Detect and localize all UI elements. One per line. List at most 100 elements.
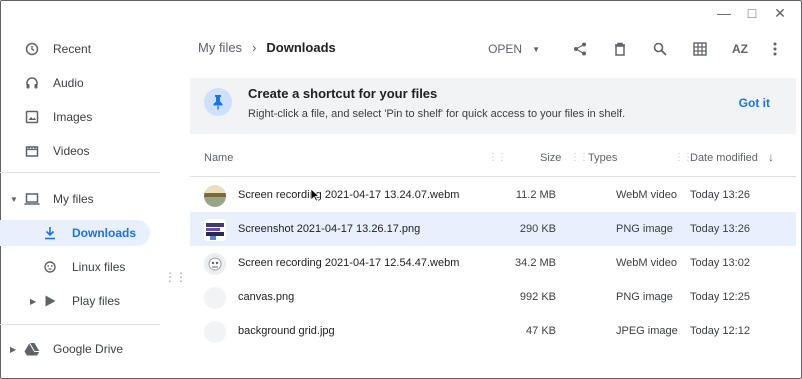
file-size: 47 KB bbox=[526, 325, 556, 337]
sidebar-item-label: Downloads bbox=[72, 226, 137, 240]
play-store-icon bbox=[42, 293, 58, 309]
sidebar-divider bbox=[0, 172, 160, 173]
clock-icon bbox=[24, 41, 40, 57]
column-header-size[interactable]: Size bbox=[540, 152, 561, 164]
column-resize-handle[interactable]: ⋮⋮ bbox=[570, 152, 589, 163]
grid-icon bbox=[693, 42, 707, 56]
file-size: 11.2 MB bbox=[515, 189, 556, 201]
file-date: Today 12:25 bbox=[690, 291, 750, 303]
sidebar-item-label: Linux files bbox=[72, 260, 126, 274]
video-thumbnail bbox=[204, 185, 226, 207]
google-drive-icon bbox=[24, 341, 40, 357]
header-divider bbox=[190, 176, 796, 177]
table-row[interactable]: canvas.png 992 KB PNG image Today 12:25 bbox=[190, 280, 796, 314]
headphones-icon bbox=[24, 75, 40, 91]
sidebar-resize-handle[interactable]: ⋮⋮ bbox=[164, 271, 187, 283]
image-icon bbox=[24, 109, 40, 125]
table-row[interactable]: background grid.jpg 47 KB JPEG image Tod… bbox=[190, 314, 796, 348]
file-date: Today 13:26 bbox=[690, 223, 750, 235]
file-name: Screen recording 2021-04-17 12.54.47.web… bbox=[238, 257, 460, 269]
sidebar-item-label: Videos bbox=[53, 144, 90, 158]
banner-text: Right-click a file, and select 'Pin to s… bbox=[248, 108, 626, 120]
banner-title: Create a shortcut for your files bbox=[248, 86, 438, 101]
file-date: Today 13:02 bbox=[690, 257, 750, 269]
minimize-button[interactable]: — bbox=[714, 4, 734, 22]
laptop-icon bbox=[24, 191, 40, 207]
column-header-date[interactable]: Date modified bbox=[690, 152, 758, 164]
file-size: 34.2 MB bbox=[515, 257, 556, 269]
sidebar: Recent Audio Images Videos ▼ My files Do… bbox=[0, 32, 160, 379]
file-type: PNG image bbox=[616, 291, 673, 303]
file-type: WebM video bbox=[616, 257, 677, 269]
table-row[interactable]: Screenshot 2021-04-17 13.26.17.png 290 K… bbox=[190, 212, 796, 246]
more-vert-icon bbox=[773, 42, 777, 56]
shortcut-banner: Create a shortcut for your files Right-c… bbox=[190, 78, 796, 134]
file-date: Today 13:26 bbox=[690, 189, 750, 201]
column-header-type[interactable]: Types bbox=[588, 152, 617, 164]
sidebar-item-videos[interactable]: Videos bbox=[0, 138, 150, 164]
sidebar-item-audio[interactable]: Audio bbox=[0, 70, 150, 96]
pin-icon bbox=[204, 88, 232, 116]
close-button[interactable]: ✕ bbox=[770, 4, 790, 22]
toolbar: OPEN ▼ AZ bbox=[488, 36, 790, 62]
file-date: Today 12:12 bbox=[690, 325, 750, 337]
linux-icon bbox=[42, 259, 58, 275]
sidebar-item-linux-files[interactable]: Linux files bbox=[0, 254, 150, 280]
sort-descending-arrow-icon[interactable]: ↓ bbox=[768, 150, 774, 164]
download-icon bbox=[42, 225, 58, 241]
breadcrumb-my-files[interactable]: My files bbox=[198, 40, 242, 55]
file-name: Screen recording 2021-04-17 13.24.07.web… bbox=[238, 189, 460, 201]
video-icon bbox=[24, 143, 40, 159]
open-label: OPEN bbox=[488, 42, 523, 56]
window-controls: — □ ✕ bbox=[714, 4, 790, 22]
file-name: Screenshot 2021-04-17 13.26.17.png bbox=[238, 223, 421, 235]
video-thumbnail bbox=[204, 253, 226, 275]
share-icon bbox=[574, 42, 586, 56]
mouse-pointer-icon bbox=[310, 188, 320, 202]
sidebar-item-label: Images bbox=[53, 110, 93, 124]
column-header-name[interactable]: Name bbox=[204, 152, 233, 164]
sidebar-item-recent[interactable]: Recent bbox=[0, 36, 150, 62]
sidebar-item-play-files[interactable]: Play files bbox=[0, 288, 150, 314]
file-type: WebM video bbox=[616, 189, 677, 201]
delete-button[interactable] bbox=[600, 36, 640, 62]
maximize-button[interactable]: □ bbox=[742, 4, 762, 22]
file-type: JPEG image bbox=[616, 325, 678, 337]
sidebar-item-label: My files bbox=[53, 192, 94, 206]
table-header: Name ⋮⋮ Size ⋮⋮ Types ⋮⋮ Date modified ↓ bbox=[190, 146, 796, 170]
image-thumbnail bbox=[204, 219, 226, 241]
search-icon bbox=[653, 42, 667, 56]
chevron-right-icon: › bbox=[252, 40, 257, 55]
file-name: background grid.jpg bbox=[238, 325, 335, 337]
sidebar-divider bbox=[0, 324, 160, 325]
grid-view-button[interactable] bbox=[680, 36, 720, 62]
file-size: 992 KB bbox=[519, 291, 556, 303]
sidebar-item-images[interactable]: Images bbox=[0, 104, 150, 130]
chevron-down-icon: ▼ bbox=[532, 44, 540, 54]
file-type: PNG image bbox=[616, 223, 673, 235]
image-thumbnail bbox=[204, 287, 226, 309]
file-size: 290 KB bbox=[519, 223, 556, 235]
open-button[interactable]: OPEN ▼ bbox=[488, 42, 540, 56]
table-row[interactable]: Screen recording 2021-04-17 12.54.47.web… bbox=[190, 246, 796, 280]
more-options-button[interactable] bbox=[760, 36, 790, 62]
trash-icon bbox=[615, 42, 625, 56]
sidebar-item-google-drive[interactable]: Google Drive bbox=[0, 336, 150, 362]
breadcrumb: My files › Downloads bbox=[198, 40, 336, 55]
sidebar-item-downloads[interactable]: Downloads bbox=[0, 220, 150, 246]
sidebar-item-my-files[interactable]: My files bbox=[0, 186, 150, 212]
sidebar-item-label: Google Drive bbox=[53, 342, 124, 356]
table-row[interactable]: Screen recording 2021-04-17 13.24.07.web… bbox=[190, 178, 796, 212]
sidebar-item-label: Recent bbox=[53, 42, 92, 56]
sort-button[interactable]: AZ bbox=[720, 36, 760, 62]
image-thumbnail bbox=[204, 321, 226, 343]
sidebar-item-label: Audio bbox=[53, 76, 84, 90]
sort-az-icon: AZ bbox=[732, 42, 748, 56]
breadcrumb-downloads[interactable]: Downloads bbox=[266, 40, 335, 55]
got-it-button[interactable]: Got it bbox=[739, 96, 770, 110]
column-resize-handle[interactable]: ⋮⋮ bbox=[488, 152, 507, 163]
sidebar-item-label: Play files bbox=[72, 294, 121, 308]
search-button[interactable] bbox=[640, 36, 680, 62]
share-button[interactable] bbox=[560, 36, 600, 62]
file-name: canvas.png bbox=[238, 291, 295, 303]
